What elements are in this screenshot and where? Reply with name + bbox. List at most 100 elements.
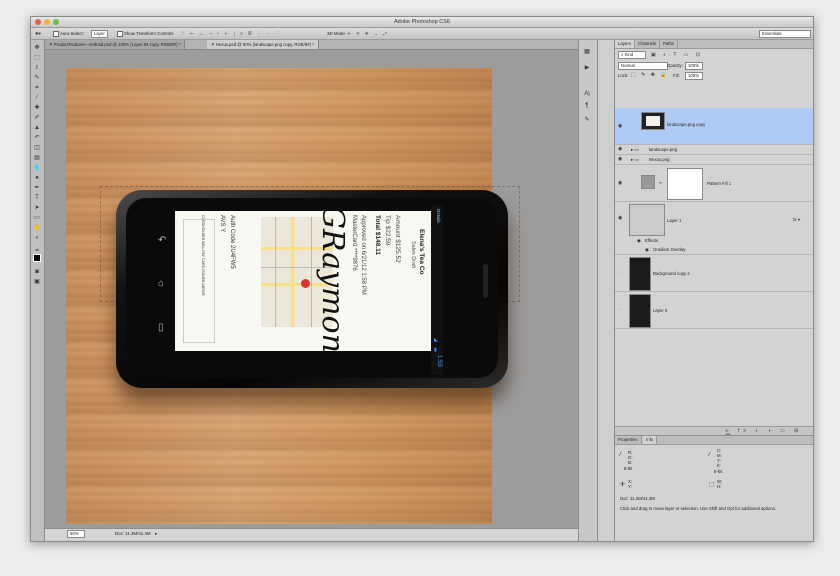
status-bar: 50% Doc: 11.3M/41.3M ▸	[45, 528, 578, 540]
zoom-tool-icon[interactable]: ⌕	[33, 234, 41, 242]
fx-icon[interactable]: fx ▾	[793, 217, 800, 223]
card-line: MasterCard ****9876	[351, 215, 357, 271]
status-menu-arrow-icon[interactable]: ▸	[155, 531, 157, 537]
type-tool-icon[interactable]: T	[33, 194, 41, 202]
tool-hint: Click and drag to move layer or selectio…	[620, 506, 776, 511]
tab-layers[interactable]: Layers	[615, 40, 635, 48]
layer-row[interactable]: ◉ ∞ Pattern Fill 1	[615, 165, 813, 202]
path-selection-tool-icon[interactable]: ➤	[33, 204, 41, 212]
auth-box	[183, 219, 215, 343]
effects-label: Effects	[645, 238, 659, 243]
layer-row[interactable]: ▫ Background copy 2	[615, 255, 813, 292]
eyedropper-icon: ⁄	[709, 452, 711, 458]
pen-tool-icon[interactable]: ✒	[33, 184, 41, 192]
shape-tool-icon[interactable]: ▭	[33, 214, 41, 222]
visibility-eye-icon[interactable]: ◉	[618, 157, 623, 162]
quick-mask-icon[interactable]: ◙	[33, 268, 41, 276]
visibility-eye-icon[interactable]: ◉	[618, 124, 623, 129]
zoom-level-field[interactable]: 50%	[67, 530, 85, 538]
layer-name: Layer 1	[667, 218, 682, 223]
quick-selection-tool-icon[interactable]: ✎	[33, 74, 41, 82]
auto-select-checkbox[interactable]: Auto-Select:	[53, 31, 84, 37]
healing-brush-tool-icon[interactable]: ✚	[33, 104, 41, 112]
foreground-color-swatch[interactable]	[33, 254, 41, 262]
layer-row[interactable]: ◉ ▸ ▭ landscape.png	[615, 145, 813, 155]
gradient-overlay-label: Gradient Overlay	[653, 247, 686, 252]
tab-productfeatures[interactable]: ✕ ProductFeatures--Android.psd @ 100% (L…	[45, 40, 186, 49]
xy-readout: X: Y:	[628, 479, 633, 489]
opacity-field[interactable]: 100%	[685, 62, 703, 70]
layer-row[interactable]: ▫ Layer 0	[615, 292, 813, 329]
tip-line: Tip $22.59	[384, 215, 391, 246]
dodge-tool-icon[interactable]: ●	[33, 174, 41, 182]
total-line: Total $148.11	[374, 215, 381, 255]
screen-mode-icon[interactable]: ▣	[33, 278, 41, 286]
visibility-eye-icon[interactable]: ▫	[618, 271, 623, 276]
eraser-tool-icon[interactable]: ◫	[33, 144, 41, 152]
move-tool-icon[interactable]: ✥	[33, 44, 41, 52]
fill-field[interactable]: 100%	[685, 72, 703, 80]
layer-name: landscape.png copy	[667, 122, 706, 127]
gradient-overlay-eye-icon[interactable]: ◉	[645, 247, 649, 253]
lasso-tool-icon[interactable]: ℓ	[33, 64, 41, 72]
tool-presets-icon[interactable]: ✎	[583, 116, 591, 124]
approved-line: Approved on 6/21/12 1:58 PM	[360, 215, 366, 295]
lock-icons[interactable]: ⬚ ✎ ✥ 🔒	[631, 72, 669, 78]
bit-depth-2: 8-bit	[714, 469, 723, 474]
visibility-eye-icon[interactable]: ◉	[618, 181, 623, 186]
history-panel-icon[interactable]: ▦	[583, 48, 591, 56]
layer-thumbnail	[629, 294, 651, 328]
move-tool-icon[interactable]: ✥▾	[35, 31, 41, 37]
effects-eye-icon[interactable]: ◉	[637, 238, 641, 244]
blend-mode-dropdown[interactable]: Normal	[618, 62, 668, 70]
visibility-eye-icon[interactable]: ◉	[618, 216, 623, 221]
align-buttons[interactable]: ⊤ ⊢ ⊥ ⊣ ⊦ ⊩ | ≡ ≣ ⋮ ⋯ ⋰	[181, 31, 282, 37]
folder-icon: ▸ ▭	[631, 147, 639, 152]
auto-select-dropdown[interactable]: Layer	[91, 30, 108, 38]
eyedropper-tool-icon[interactable]: ⁄	[33, 94, 41, 102]
home-icon: ⌂	[158, 278, 165, 289]
layer-thumbnail	[641, 112, 665, 130]
info-panel: Properties Info ⁄ R: G: B: 8-bit ⁄ C: M:…	[614, 435, 813, 541]
layer-row[interactable]: ◉ landscape.png copy	[615, 108, 813, 145]
layer-thumbnail	[629, 204, 665, 236]
blur-tool-icon[interactable]: 💧	[33, 164, 41, 172]
swap-colors-icon[interactable]: ⇄	[33, 246, 41, 254]
history-brush-tool-icon[interactable]: ↶	[33, 134, 41, 142]
layer-filter-icons[interactable]: ▣ ◐ T ▭ ⊡	[651, 52, 703, 58]
tab-properties[interactable]: Properties	[615, 436, 642, 444]
layer-row[interactable]: ◉ ▸ ▭ Nexus.png	[615, 155, 813, 165]
tab-info[interactable]: Info	[643, 436, 658, 444]
selection-size-icon: ⬚	[709, 482, 715, 488]
actions-panel-icon[interactable]: ▶	[583, 64, 591, 72]
visibility-eye-icon[interactable]: ◉	[618, 147, 623, 152]
tab-nexus[interactable]: ✕ Nexus.psd @ 50% (landscape.png copy, R…	[207, 40, 319, 49]
paragraph-panel-icon[interactable]: ¶	[583, 102, 591, 110]
tab-paths[interactable]: Paths	[660, 40, 678, 48]
workspace-dropdown[interactable]: Essentials	[759, 30, 811, 38]
folder-icon: ▸ ▭	[631, 157, 639, 162]
3d-mode-icons[interactable]: ✛ ⟲ ✥ ↔ ⤢	[347, 31, 389, 37]
rgb-readout: R: G: B:	[628, 450, 633, 465]
show-transform-checkbox[interactable]: Show Transform Controls	[117, 31, 174, 37]
brush-tool-icon[interactable]: ✐	[33, 114, 41, 122]
layer-filter-dropdown[interactable]: ⌕ Kind	[618, 51, 646, 59]
visibility-eye-icon[interactable]: ▫	[618, 308, 623, 313]
fill-label: Fill:	[673, 73, 680, 78]
clone-stamp-tool-icon[interactable]: ▲	[33, 124, 41, 132]
gradient-tool-icon[interactable]: ▤	[33, 154, 41, 162]
map-pin-icon	[301, 279, 310, 288]
opacity-label: Opacity:	[667, 63, 683, 68]
character-panel-icon[interactable]: A|	[583, 90, 591, 98]
layer-row[interactable]: ◉ Layer 1 fx ▾ ◉ Effects ◉ Gradient Over…	[615, 202, 813, 255]
hand-tool-icon[interactable]: ✋	[33, 224, 41, 232]
clock-time: 1:59	[436, 355, 442, 367]
back-icon: ↶	[158, 235, 167, 246]
crop-tool-icon[interactable]: ⌗	[33, 84, 41, 92]
tab-channels[interactable]: Channels	[635, 40, 661, 48]
layer-name: Background copy 2	[653, 271, 690, 276]
3d-mode-label: 3D Mode:	[327, 31, 347, 36]
marquee-tool-icon[interactable]: ⬚	[33, 54, 41, 62]
receipt-screen: Elena's Tea Co Sales Draft Amount $125.5…	[175, 211, 431, 351]
merchant-name: Elena's Tea Co	[418, 229, 425, 275]
